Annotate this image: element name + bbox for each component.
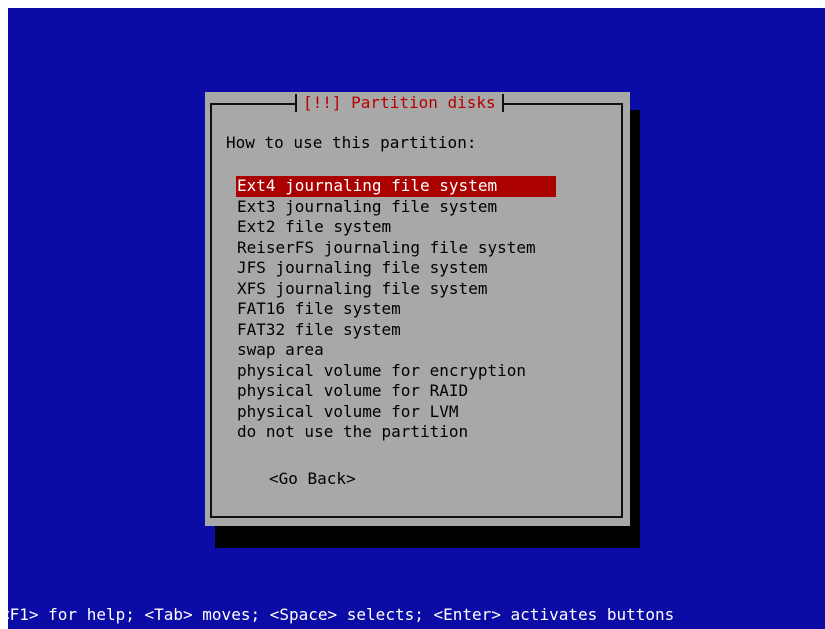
option-reiserfs[interactable]: ReiserFS journaling file system	[236, 238, 537, 257]
option-swap[interactable]: swap area	[236, 340, 325, 359]
option-ext4[interactable]: Ext4 journaling file system	[236, 176, 556, 197]
option-fat16[interactable]: FAT16 file system	[236, 299, 402, 318]
partition-dialog: [!!] Partition disks How to use this par…	[205, 92, 630, 526]
dialog-title: [!!] Partition disks	[295, 92, 504, 114]
option-jfs[interactable]: JFS journaling file system	[236, 258, 488, 277]
option-ext2[interactable]: Ext2 file system	[236, 217, 392, 236]
help-status-bar: <F1> for help; <Tab> moves; <Space> sele…	[0, 605, 675, 624]
option-raid[interactable]: physical volume for RAID	[236, 381, 469, 400]
option-do-not-use[interactable]: do not use the partition	[236, 422, 469, 441]
dialog-prompt: How to use this partition:	[226, 133, 477, 152]
option-xfs[interactable]: XFS journaling file system	[236, 279, 488, 298]
option-encryption[interactable]: physical volume for encryption	[236, 361, 527, 380]
go-back-button[interactable]: <Go Back>	[269, 468, 356, 490]
option-fat32[interactable]: FAT32 file system	[236, 320, 402, 339]
option-lvm[interactable]: physical volume for LVM	[236, 402, 460, 421]
filesystem-options-list: Ext4 journaling file system Ext3 journal…	[236, 176, 556, 443]
option-ext3[interactable]: Ext3 journaling file system	[236, 197, 498, 216]
